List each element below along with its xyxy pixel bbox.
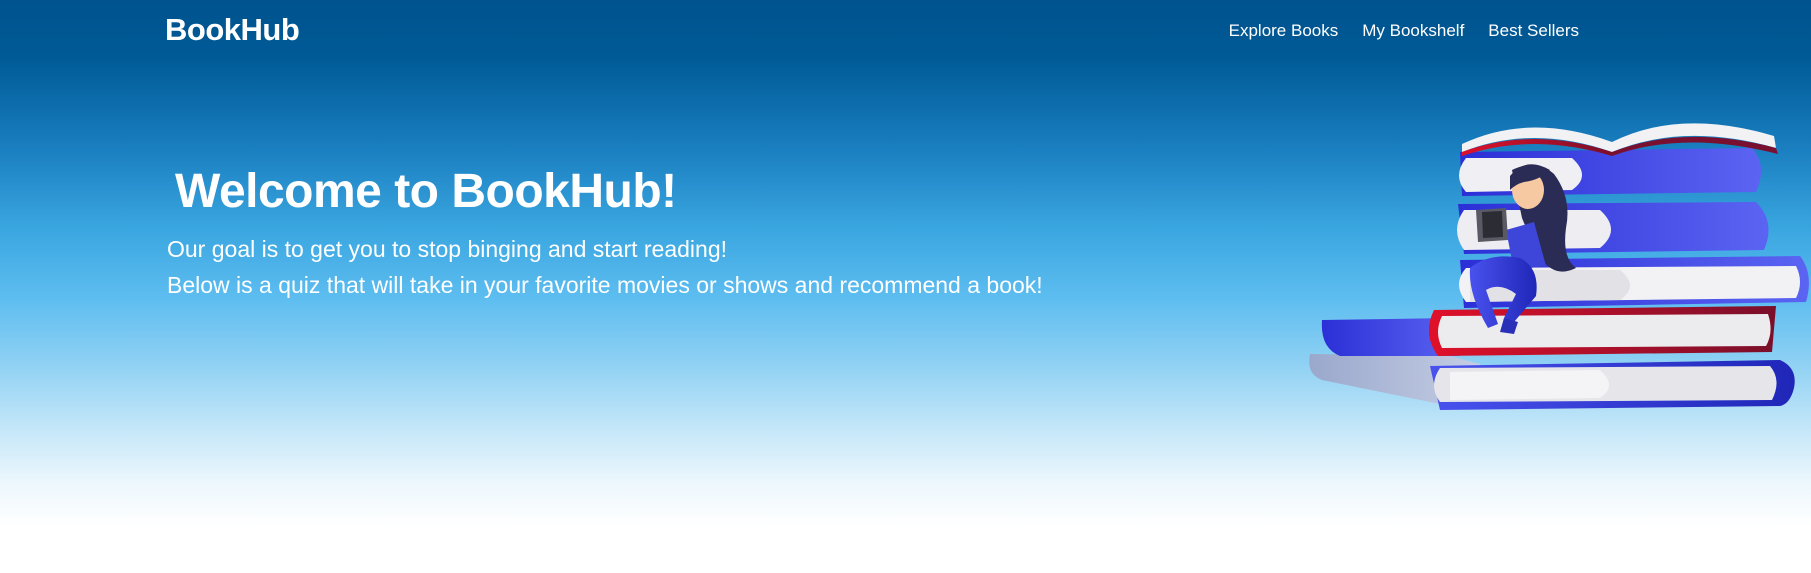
girl-reading-on-book-stack-illustration (1309, 123, 1809, 410)
nav-link-explore-books[interactable]: Explore Books (1229, 21, 1339, 41)
hero-description-line-1: Our goal is to get you to stop binging a… (167, 235, 728, 262)
nav-link-best-sellers[interactable]: Best Sellers (1488, 21, 1579, 41)
page: BookHub Explore Books My Bookshelf Best … (0, 0, 1811, 573)
nav-links: Explore Books My Bookshelf Best Sellers (1229, 21, 1579, 41)
hero-description-line-2: Below is a quiz that will take in your f… (167, 271, 1043, 298)
hero-title: Welcome to BookHub! (175, 165, 677, 218)
brand-logo[interactable]: BookHub (165, 12, 300, 48)
hero-section: Welcome to BookHub! Our goal is to get y… (167, 165, 1043, 303)
nav-link-my-bookshelf[interactable]: My Bookshelf (1362, 21, 1464, 41)
navbar: BookHub Explore Books My Bookshelf Best … (0, 0, 1811, 64)
